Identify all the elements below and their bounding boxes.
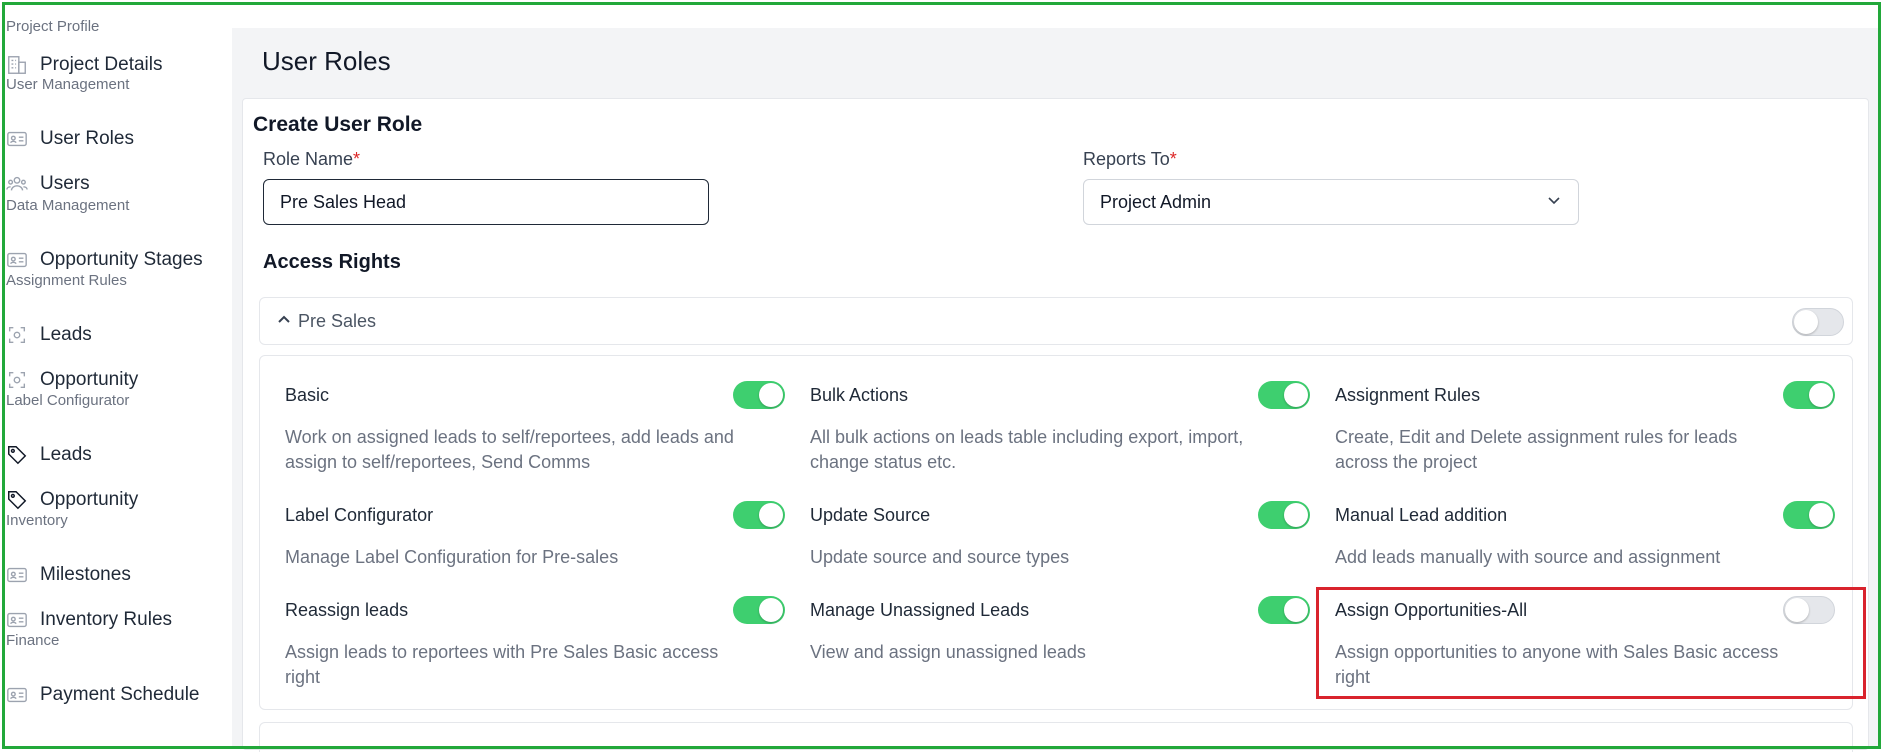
chevron-up-icon bbox=[276, 311, 292, 332]
sidebar-item-label: Inventory Rules bbox=[40, 609, 173, 630]
sidebar-item-label: Milestones bbox=[40, 564, 131, 585]
access-rights-heading: Access Rights bbox=[263, 251, 401, 273]
section-title-inventory: Inventory bbox=[6, 512, 68, 529]
building-icon bbox=[6, 54, 28, 76]
permission-toggle[interactable] bbox=[1258, 501, 1310, 529]
pre-sales-accordion-header[interactable]: Pre Sales bbox=[259, 297, 1853, 345]
sidebar-item-payment-schedule[interactable]: Payment Schedule bbox=[6, 676, 200, 714]
permission-description: Manage Label Configuration for Pre-sales bbox=[285, 547, 619, 567]
id-card-icon bbox=[6, 249, 28, 271]
section-title-label-configurator: Label Configurator bbox=[6, 392, 130, 409]
sidebar-item-label: User Roles bbox=[40, 128, 134, 149]
section-title-user-management: User Management bbox=[6, 76, 130, 93]
reports-to-label-text: Reports To bbox=[1083, 149, 1170, 169]
sidebar-item-label: Project Details bbox=[40, 54, 163, 75]
toggle-knob bbox=[1284, 383, 1308, 407]
create-role-card: Create User Role Role Name* Reports To* … bbox=[242, 98, 1869, 752]
sidebar-item-user-roles[interactable]: User Roles bbox=[6, 120, 134, 158]
permission-title: Assignment Rules bbox=[1335, 385, 1481, 405]
sidebar-item-assignment-leads[interactable]: Leads bbox=[6, 316, 92, 354]
card-title: Create User Role bbox=[253, 113, 423, 136]
chevron-down-icon bbox=[1546, 192, 1562, 213]
sidebar-item-milestones[interactable]: Milestones bbox=[6, 556, 131, 594]
sidebar-item-label: Opportunity bbox=[40, 369, 139, 390]
permission-toggle[interactable] bbox=[733, 501, 785, 529]
permission-title: Update Source bbox=[810, 505, 931, 525]
accordion-label: Pre Sales bbox=[298, 310, 377, 331]
permission-toggle[interactable] bbox=[1258, 381, 1310, 409]
id-card-icon bbox=[6, 128, 28, 150]
sidebar-item-label: Users bbox=[40, 173, 90, 194]
id-card-icon bbox=[6, 564, 28, 586]
role-name-label-text: Role Name bbox=[263, 149, 354, 169]
sidebar-item-label: Leads bbox=[40, 324, 92, 345]
permission-title: Basic bbox=[285, 385, 330, 405]
main-content: User Roles Create User Role Role Name* R… bbox=[232, 28, 1880, 752]
permission-title: Reassign leads bbox=[285, 600, 409, 620]
section-title-assignment-rules: Assignment Rules bbox=[6, 272, 127, 289]
permission-description: Update source and source types bbox=[810, 547, 1070, 567]
required-mark: * bbox=[1169, 149, 1177, 169]
permission-title: Label Configurator bbox=[285, 505, 434, 525]
pre-sales-permissions: Basic Work on assigned leads to self/rep… bbox=[259, 355, 1853, 710]
permission-description: Work on assigned leads to self/reportees… bbox=[285, 427, 734, 472]
reports-to-select[interactable]: Project Admin bbox=[1083, 179, 1579, 225]
permission-title: Manual Lead addition bbox=[1335, 505, 1508, 525]
section-title-project-profile: Project Profile bbox=[6, 18, 100, 35]
role-name-label: Role Name* bbox=[263, 149, 360, 170]
id-card-icon bbox=[6, 609, 28, 631]
toggle-knob bbox=[1794, 310, 1818, 334]
permission-title: Manage Unassigned Leads bbox=[810, 600, 1030, 620]
reports-to-value: Project Admin bbox=[1100, 191, 1212, 212]
permission-toggle[interactable] bbox=[1258, 596, 1310, 624]
toggle-knob bbox=[759, 503, 783, 527]
permission-title: Bulk Actions bbox=[810, 385, 909, 405]
toggle-knob bbox=[1785, 598, 1809, 622]
reports-to-label: Reports To* bbox=[1083, 149, 1177, 170]
toggle-knob bbox=[759, 598, 783, 622]
sidebar-item-label: Payment Schedule bbox=[40, 684, 200, 705]
section-title-data-management: Data Management bbox=[6, 197, 130, 214]
users-icon bbox=[6, 173, 28, 195]
permission-description: View and assign unassigned leads bbox=[810, 642, 1086, 662]
sidebar-item-label: Opportunity Stages bbox=[40, 249, 203, 270]
tag-icon bbox=[6, 444, 28, 466]
permission-description: Create, Edit and Delete assignment rules… bbox=[1335, 427, 1738, 472]
toggle-knob bbox=[1809, 383, 1833, 407]
permission-toggle[interactable] bbox=[1783, 381, 1835, 409]
sidebar-item-label: Leads bbox=[40, 444, 92, 465]
focus-icon bbox=[6, 324, 28, 346]
toggle-knob bbox=[1284, 503, 1308, 527]
permission-toggle[interactable] bbox=[1783, 501, 1835, 529]
required-mark: * bbox=[353, 149, 361, 169]
id-card-icon bbox=[6, 684, 28, 706]
tag-icon bbox=[6, 489, 28, 511]
permission-description: Add leads manually with source and assig… bbox=[1335, 547, 1721, 567]
toggle-knob bbox=[1284, 598, 1308, 622]
permission-toggle[interactable] bbox=[1783, 596, 1835, 624]
section-title-finance: Finance bbox=[6, 632, 60, 649]
permission-description: Assign leads to reportees with Pre Sales… bbox=[285, 642, 719, 687]
toggle-knob bbox=[759, 383, 783, 407]
permission-description: Assign opportunities to anyone with Sale… bbox=[1335, 642, 1779, 687]
permission-toggle[interactable] bbox=[733, 596, 785, 624]
sidebar: Project Profile Project Details User Man… bbox=[6, 14, 226, 744]
next-accordion-header[interactable] bbox=[259, 722, 1853, 752]
page-title: User Roles bbox=[262, 46, 391, 76]
pre-sales-group-toggle[interactable] bbox=[1792, 308, 1844, 336]
permission-title: Assign Opportunities-All bbox=[1335, 600, 1528, 620]
focus-icon bbox=[6, 369, 28, 391]
permission-description: All bulk actions on leads table includin… bbox=[810, 427, 1244, 472]
sidebar-item-label-leads[interactable]: Leads bbox=[6, 436, 92, 474]
role-name-input[interactable] bbox=[263, 179, 709, 225]
sidebar-item-label: Opportunity bbox=[40, 489, 139, 510]
permission-toggle[interactable] bbox=[733, 381, 785, 409]
toggle-knob bbox=[1809, 503, 1833, 527]
